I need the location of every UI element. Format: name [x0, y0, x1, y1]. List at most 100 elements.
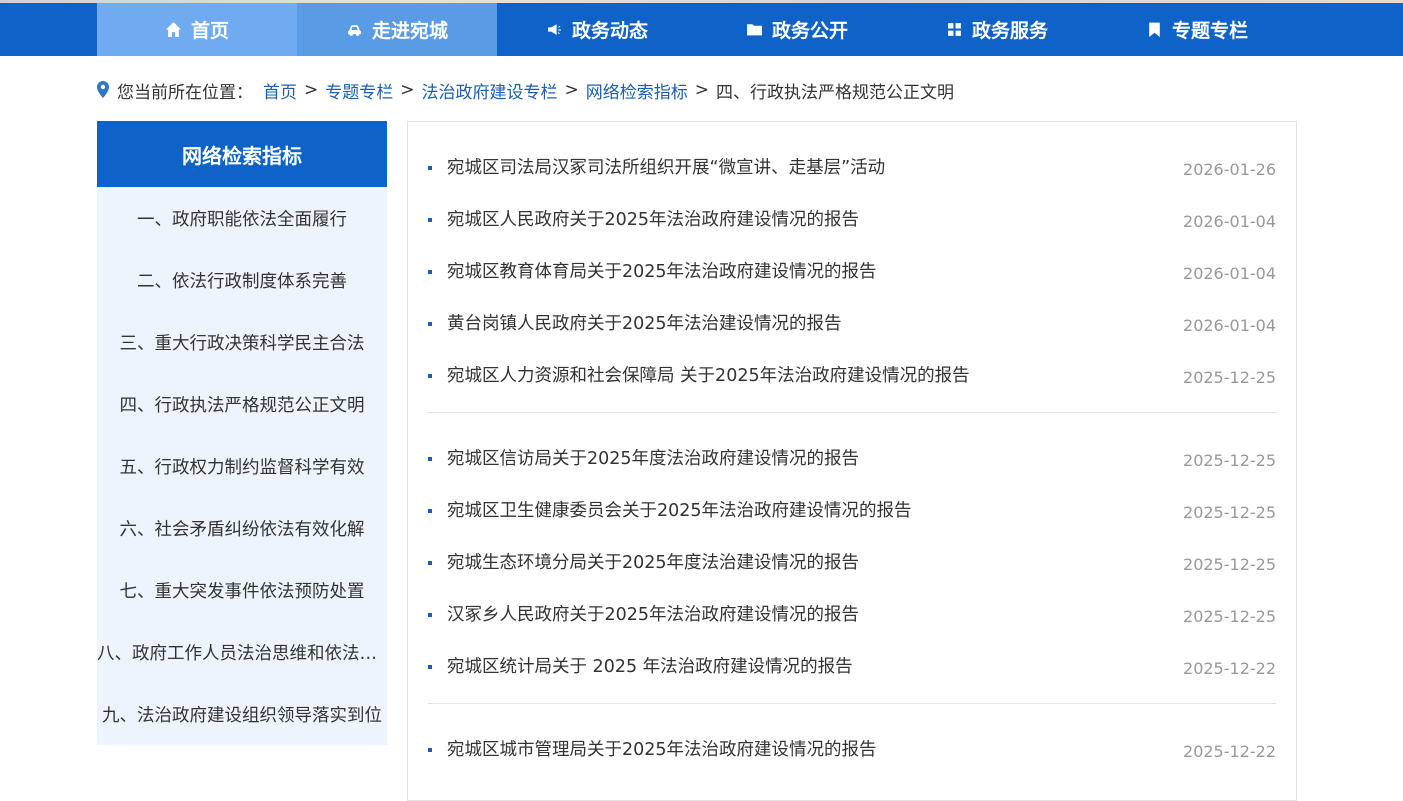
nav-item-label: 专题专栏 [1171, 20, 1248, 42]
article-title[interactable]: 宛城区城市管理局关于2025年法治政府建设情况的报告 [447, 736, 877, 761]
article-title-wrap: 宛城区人民政府关于2025年法治政府建设情况的报告 [428, 206, 859, 231]
article-row[interactable]: 宛城区司法局汉冢司法所组织开展“微宣讲、走基层”活动 2026-01-26 [428, 140, 1276, 192]
breadcrumb-link-rule-of-law[interactable]: 法治政府建设专栏 [422, 78, 558, 103]
bullet-icon [428, 561, 432, 565]
article-row[interactable]: 宛城区教育体育局关于2025年法治政府建设情况的报告 2026-01-04 [428, 244, 1276, 296]
article-date: 2025-12-25 [1183, 367, 1276, 387]
bullet-icon [428, 166, 432, 170]
article-date: 2025-12-22 [1183, 658, 1276, 678]
article-group: 宛城区信访局关于2025年度法治政府建设情况的报告 2025-12-25 宛城区… [428, 413, 1276, 704]
sidebar-title: 网络检索指标 [97, 121, 387, 187]
article-title-wrap: 宛城区城市管理局关于2025年法治政府建设情况的报告 [428, 736, 877, 761]
sidebar-item-label: 三、重大行政决策科学民主合法 [119, 333, 365, 354]
article-title[interactable]: 宛城区卫生健康委员会关于2025年法治政府建设情况的报告 [447, 497, 912, 522]
article-title-wrap: 宛城区卫生健康委员会关于2025年法治政府建设情况的报告 [428, 497, 912, 522]
nav-item-home[interactable]: 首页 [97, 3, 297, 56]
folder-icon [746, 21, 764, 39]
nav-item-public[interactable]: 政务公开 [697, 3, 897, 56]
article-date: 2025-12-22 [1183, 741, 1276, 761]
nav-item-topics[interactable]: 专题专栏 [1097, 3, 1297, 56]
bookmark-icon [1146, 21, 1164, 39]
article-row[interactable]: 宛城区卫生健康委员会关于2025年法治政府建设情况的报告 2025-12-25 [428, 483, 1276, 535]
nav-item-about[interactable]: 走进宛城 [297, 3, 497, 56]
bullet-icon [428, 270, 432, 274]
article-date: 2025-12-25 [1183, 554, 1276, 574]
breadcrumb: 您当前所在位置： 首页 > 专题专栏 > 法治政府建设专栏 > 网络检索指标 >… [97, 78, 954, 103]
article-title[interactable]: 黄台岗镇人民政府关于2025年法治建设情况的报告 [447, 310, 842, 335]
nav-item-news[interactable]: 政务动态 [497, 3, 697, 56]
bullet-icon [428, 613, 432, 617]
article-title-wrap: 宛城区统计局关于 2025 年法治政府建设情况的报告 [428, 653, 853, 678]
article-row[interactable]: 宛城区城市管理局关于2025年法治政府建设情况的报告 2025-12-22 [428, 722, 1276, 774]
bullet-icon [428, 457, 432, 461]
megaphone-icon [546, 21, 564, 39]
article-title[interactable]: 汉冢乡人民政府关于2025年法治政府建设情况的报告 [447, 601, 859, 626]
article-date: 2025-12-25 [1183, 502, 1276, 522]
article-row[interactable]: 汉冢乡人民政府关于2025年法治政府建设情况的报告 2025-12-25 [428, 587, 1276, 639]
sidebar-item-label: 四、行政执法严格规范公正文明 [119, 395, 365, 416]
nav-item-label: 政务服务 [971, 20, 1048, 42]
article-date: 2026-01-04 [1183, 315, 1276, 335]
article-title-wrap: 宛城区教育体育局关于2025年法治政府建设情况的报告 [428, 258, 877, 283]
home-icon [165, 21, 183, 39]
breadcrumb-link-topics[interactable]: 专题专栏 [325, 78, 393, 103]
article-list: 宛城区司法局汉冢司法所组织开展“微宣讲、走基层”活动 2026-01-26 宛城… [407, 121, 1297, 801]
sidebar-item-label: 六、社会矛盾纠纷依法有效化解 [119, 519, 365, 540]
car-icon [346, 21, 364, 39]
article-title[interactable]: 宛城区教育体育局关于2025年法治政府建设情况的报告 [447, 258, 877, 283]
grid-icon [946, 21, 964, 39]
sidebar-item-label: 七、重大突发事件依法预防处置 [119, 581, 365, 602]
article-date: 2026-01-26 [1183, 159, 1276, 179]
article-title[interactable]: 宛城区信访局关于2025年度法治政府建设情况的报告 [447, 445, 859, 470]
breadcrumb-prefix: 您当前所在位置： [117, 82, 253, 103]
nav-item-label: 首页 [190, 20, 229, 42]
article-date: 2025-12-25 [1183, 606, 1276, 626]
sidebar-item[interactable]: 七、重大突发事件依法预防处置 [97, 559, 387, 621]
article-row[interactable]: 宛城区人民政府关于2025年法治政府建设情况的报告 2026-01-04 [428, 192, 1276, 244]
article-title[interactable]: 宛城区统计局关于 2025 年法治政府建设情况的报告 [447, 653, 853, 678]
breadcrumb-separator: > [694, 80, 709, 100]
bullet-icon [428, 218, 432, 222]
article-title[interactable]: 宛城生态环境分局关于2025年度法治建设情况的报告 [447, 549, 859, 574]
article-title[interactable]: 宛城区人力资源和社会保障局 关于2025年法治政府建设情况的报告 [447, 362, 970, 387]
article-date: 2026-01-04 [1183, 211, 1276, 231]
location-pin-icon [97, 81, 111, 99]
main-nav: 首页 走进宛城 政务动态 政务公开 政务服务 专题专栏 [97, 3, 1297, 56]
bullet-icon [428, 322, 432, 326]
nav-item-label: 政务动态 [571, 20, 648, 42]
bullet-icon [428, 509, 432, 513]
breadcrumb-link-home[interactable]: 首页 [263, 78, 297, 103]
article-date: 2026-01-04 [1183, 263, 1276, 283]
sidebar-item[interactable]: 一、政府职能依法全面履行 [97, 187, 387, 249]
breadcrumb-link-indicators[interactable]: 网络检索指标 [586, 78, 688, 103]
sidebar: 网络检索指标 一、政府职能依法全面履行 二、依法行政制度体系完善 三、重大行政决… [97, 121, 387, 745]
bullet-icon [428, 748, 432, 752]
article-title-wrap: 宛城生态环境分局关于2025年度法治建设情况的报告 [428, 549, 859, 574]
article-row[interactable]: 宛城区人力资源和社会保障局 关于2025年法治政府建设情况的报告 2025-12… [428, 348, 1276, 400]
sidebar-item-label: 八、政府工作人员法治思维和依法行政能力全面提高 [97, 643, 387, 664]
article-row[interactable]: 宛城生态环境分局关于2025年度法治建设情况的报告 2025-12-25 [428, 535, 1276, 587]
sidebar-item[interactable]: 二、依法行政制度体系完善 [97, 249, 387, 311]
sidebar-item-label: 九、法治政府建设组织领导落实到位 [102, 705, 382, 726]
sidebar-item-current[interactable]: 四、行政执法严格规范公正文明 [97, 373, 387, 435]
article-title[interactable]: 宛城区人民政府关于2025年法治政府建设情况的报告 [447, 206, 859, 231]
breadcrumb-current: 四、行政执法严格规范公正文明 [716, 82, 954, 103]
sidebar-item[interactable]: 六、社会矛盾纠纷依法有效化解 [97, 497, 387, 559]
bullet-icon [428, 665, 432, 669]
sidebar-item[interactable]: 三、重大行政决策科学民主合法 [97, 311, 387, 373]
sidebar-item[interactable]: 九、法治政府建设组织领导落实到位 [97, 683, 387, 745]
sidebar-item[interactable]: 五、行政权力制约监督科学有效 [97, 435, 387, 497]
bullet-icon [428, 374, 432, 378]
sidebar-item-label: 五、行政权力制约监督科学有效 [119, 457, 365, 478]
article-row[interactable]: 宛城区统计局关于 2025 年法治政府建设情况的报告 2025-12-22 [428, 639, 1276, 691]
article-row[interactable]: 黄台岗镇人民政府关于2025年法治建设情况的报告 2026-01-04 [428, 296, 1276, 348]
sidebar-item[interactable]: 八、政府工作人员法治思维和依法行政能力全面提高 [97, 621, 387, 683]
breadcrumb-separator: > [400, 80, 415, 100]
article-title[interactable]: 宛城区司法局汉冢司法所组织开展“微宣讲、走基层”活动 [447, 154, 885, 179]
article-title-wrap: 宛城区信访局关于2025年度法治政府建设情况的报告 [428, 445, 859, 470]
article-row[interactable]: 宛城区信访局关于2025年度法治政府建设情况的报告 2025-12-25 [428, 431, 1276, 483]
top-nav-bar: 首页 走进宛城 政务动态 政务公开 政务服务 专题专栏 [0, 0, 1403, 56]
article-title-wrap: 宛城区人力资源和社会保障局 关于2025年法治政府建设情况的报告 [428, 362, 970, 387]
nav-item-label: 政务公开 [771, 20, 848, 42]
nav-item-services[interactable]: 政务服务 [897, 3, 1097, 56]
